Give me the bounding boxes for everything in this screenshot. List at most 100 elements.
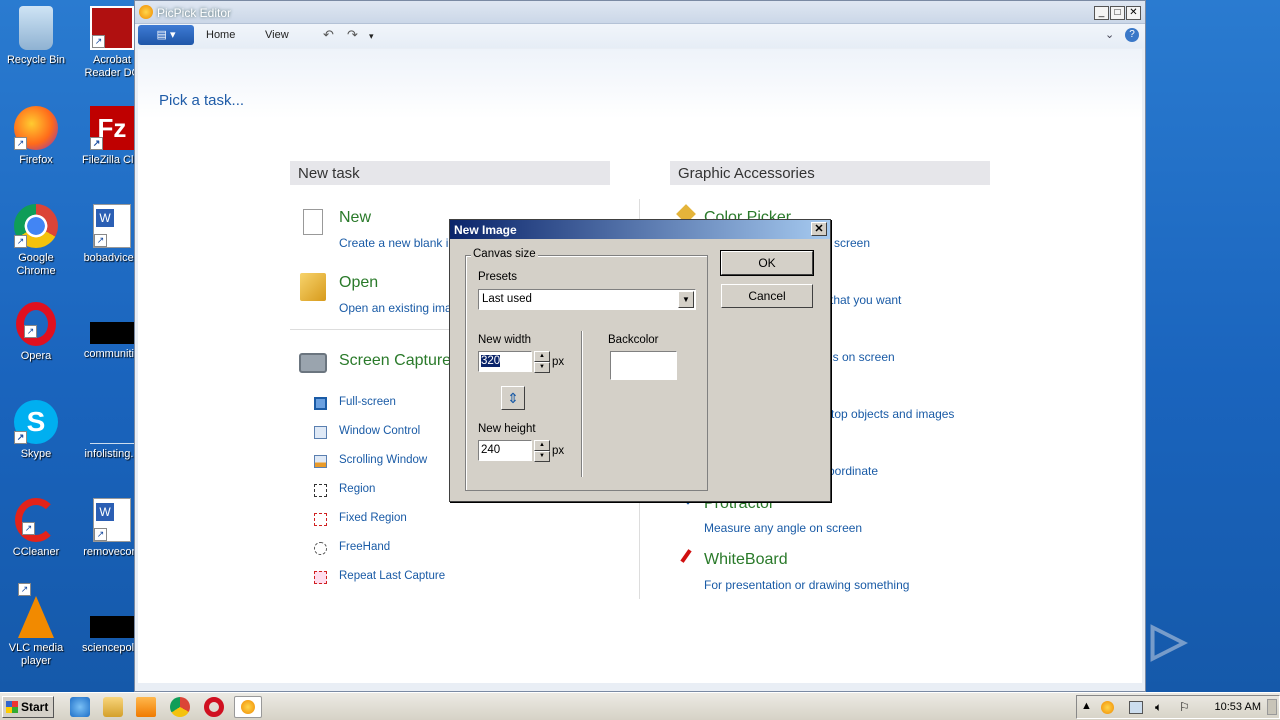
new-file-icon xyxy=(303,209,323,235)
dialog-close-button[interactable]: ✕ xyxy=(811,222,827,236)
canvas-size-label: Canvas size xyxy=(471,248,538,260)
minimize-button[interactable]: _ xyxy=(1094,6,1109,20)
desktop-icon-opera[interactable]: ↗ Opera xyxy=(4,302,68,363)
tray-picpick-icon[interactable] xyxy=(1101,701,1114,714)
tray-expand-icon[interactable]: ▲ xyxy=(1081,700,1092,712)
explorer-icon[interactable] xyxy=(103,697,123,717)
tab-view[interactable]: View xyxy=(265,29,289,41)
word-doc-icon: W ↗ xyxy=(93,498,131,542)
height-unit: px xyxy=(552,445,565,457)
capture-scrolling-window[interactable]: Scrolling Window xyxy=(339,454,427,466)
capture-fullscreen[interactable]: Full-screen xyxy=(339,396,396,408)
presets-label: Presets xyxy=(478,271,517,283)
desktop-icon-chrome[interactable]: ↗ Google Chrome xyxy=(4,204,68,278)
ok-button[interactable]: OK xyxy=(720,250,814,276)
desktop-icon-label: infolisting.p xyxy=(84,448,140,460)
spin-down-icon[interactable]: ▼ xyxy=(534,451,550,462)
accessory-subtitle-2[interactable]: that you want xyxy=(830,293,901,307)
scrolling-window-icon xyxy=(314,455,327,468)
protractor-subtitle[interactable]: Measure any angle on screen xyxy=(704,521,862,535)
fullscreen-icon xyxy=(314,397,327,410)
desktop-icon-firefox[interactable]: ↗ Firefox xyxy=(4,106,68,167)
acrobat-icon: ↗ xyxy=(90,6,134,50)
capture-window-control[interactable]: Window Control xyxy=(339,425,420,437)
volume-icon[interactable]: 🔈︎ xyxy=(1155,700,1162,715)
group-divider xyxy=(581,331,583,477)
tab-home[interactable]: Home xyxy=(206,29,235,41)
chrome-taskbar-icon[interactable] xyxy=(170,697,190,717)
collapse-ribbon-icon[interactable]: ⌄ xyxy=(1105,28,1114,41)
quick-access-more-icon[interactable]: ▾ xyxy=(369,31,374,42)
dialog-title-bar[interactable]: New Image ✕ xyxy=(450,220,830,239)
capture-region[interactable]: Region xyxy=(339,483,375,495)
width-input[interactable]: 320 xyxy=(478,351,532,372)
chevron-down-icon[interactable]: ▼ xyxy=(678,291,694,308)
accessory-subtitle-4[interactable]: top objects and images xyxy=(831,407,954,421)
swap-dimensions-button[interactable]: ⇕ xyxy=(501,386,525,410)
open-task-title[interactable]: Open xyxy=(339,274,378,292)
desktop-icon-label: bobadvice.r xyxy=(83,252,141,264)
ie-icon[interactable] xyxy=(70,697,90,717)
width-spinner[interactable]: ▲ ▼ xyxy=(534,351,550,373)
maximize-button[interactable]: □ xyxy=(1110,6,1125,20)
open-task-subtitle[interactable]: Open an existing ima xyxy=(339,301,452,315)
pick-a-task-heading: Pick a task... xyxy=(159,92,245,109)
close-button[interactable]: ✕ xyxy=(1126,6,1141,20)
desktop-icon-label: Firefox xyxy=(19,154,53,166)
spin-up-icon[interactable]: ▲ xyxy=(534,351,550,362)
desktop-icon-label: Acrobat Reader DC xyxy=(84,54,140,79)
title-bar[interactable]: PicPick Editor _ □ ✕ xyxy=(135,1,1145,24)
black-file-icon xyxy=(90,322,134,344)
capture-freehand[interactable]: FreeHand xyxy=(339,541,390,553)
desktop-icon-label: communitie xyxy=(83,348,141,360)
whiteboard-subtitle[interactable]: For presentation or drawing something xyxy=(704,578,909,592)
screen-capture-title[interactable]: Screen Capture xyxy=(339,352,451,370)
action-center-flag-icon[interactable]: ⚐ xyxy=(1179,700,1190,714)
ribbon: ▤ ▾ Home View ↶ ↷ ▾ ⌄ ? xyxy=(135,24,1145,48)
start-button[interactable]: Start xyxy=(2,696,54,718)
new-task-title[interactable]: New xyxy=(339,209,371,227)
spin-down-icon[interactable]: ▼ xyxy=(534,362,550,373)
help-icon[interactable]: ? xyxy=(1125,28,1139,42)
new-task-header: New task xyxy=(290,161,610,185)
desktop-icon-label: Skype xyxy=(20,448,52,460)
show-desktop-button[interactable] xyxy=(1267,699,1277,715)
capture-repeat-last[interactable]: Repeat Last Capture xyxy=(339,570,445,582)
capture-fixed-region[interactable]: Fixed Region xyxy=(339,512,407,524)
accessory-subtitle-3[interactable]: ls on screen xyxy=(830,350,895,364)
graphic-accessories-header: Graphic Accessories xyxy=(670,161,990,185)
opera-icon: ↗ xyxy=(16,302,56,346)
backcolor-label: Backcolor xyxy=(608,334,659,346)
height-spinner[interactable]: ▲ ▼ xyxy=(534,440,550,462)
desktop-icon-label: Opera xyxy=(20,350,52,362)
backcolor-swatch[interactable] xyxy=(610,351,677,380)
file-menu-button[interactable]: ▤ ▾ xyxy=(138,25,194,45)
system-tray: ▲ 🔈︎ ⚐ 10:53 AM xyxy=(1076,695,1280,719)
desktop-icon-recycle-bin[interactable]: Recycle Bin xyxy=(4,6,68,67)
network-icon[interactable] xyxy=(1129,701,1143,714)
open-folder-icon xyxy=(300,273,326,301)
skype-icon: S ↗ xyxy=(14,400,58,444)
undo-icon[interactable]: ↶ xyxy=(323,27,334,43)
width-label: New width xyxy=(478,334,532,346)
word-doc-icon: W ↗ xyxy=(93,204,131,248)
new-task-subtitle[interactable]: Create a new blank ir xyxy=(339,236,452,250)
height-input[interactable]: 240 xyxy=(478,440,532,461)
opera-taskbar-icon[interactable] xyxy=(204,697,224,717)
redo-icon[interactable]: ↷ xyxy=(347,27,358,43)
accessory-subtitle-5[interactable]: oordinate xyxy=(828,464,878,478)
desktop-icon-skype[interactable]: S ↗ Skype xyxy=(4,400,68,461)
cancel-button[interactable]: Cancel xyxy=(721,284,813,308)
desktop-icon-vlc[interactable]: ↗ VLC media player xyxy=(4,583,68,668)
start-label: Start xyxy=(21,700,49,714)
desktop-icon-ccleaner[interactable]: ↗ CCleaner xyxy=(4,498,68,559)
color-picker-subtitle[interactable]: screen xyxy=(834,236,870,250)
clock[interactable]: 10:53 AM xyxy=(1215,701,1261,713)
presets-select[interactable]: Last used ▼ xyxy=(478,289,696,310)
blank-file-icon xyxy=(90,400,134,444)
picpick-taskbar-button[interactable] xyxy=(234,696,262,718)
spin-up-icon[interactable]: ▲ xyxy=(534,440,550,451)
whiteboard-title[interactable]: WhiteBoard xyxy=(704,551,788,569)
media-player-icon[interactable] xyxy=(136,697,156,717)
dialog-title: New Image xyxy=(454,223,517,237)
